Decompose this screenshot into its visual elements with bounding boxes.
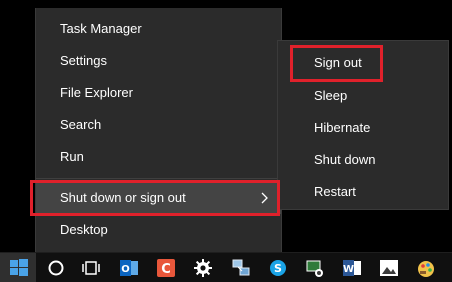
photos-icon[interactable] <box>378 257 400 279</box>
taskbar: O C S W <box>0 252 452 282</box>
menu-item-run[interactable]: Run <box>36 141 281 173</box>
submenu-item-label: Sleep <box>314 88 348 103</box>
menu-item-file-explorer[interactable]: File Explorer <box>36 77 281 109</box>
submenu-item-shut-down[interactable]: Shut down <box>278 144 448 176</box>
menu-item-label: Task Manager <box>60 21 142 36</box>
chevron-right-icon <box>261 192 268 204</box>
network-icon[interactable] <box>230 257 252 279</box>
windows-start-icon <box>10 259 28 276</box>
submenu-item-label: Sign out <box>314 55 362 70</box>
svg-text:W: W <box>343 264 354 275</box>
menu-item-label: Run <box>60 149 84 164</box>
menu-item-desktop[interactable]: Desktop <box>36 214 281 246</box>
screenshot-tool-icon[interactable] <box>304 257 326 279</box>
submenu-item-restart[interactable]: Restart <box>278 176 448 208</box>
submenu-item-sleep[interactable]: Sleep <box>278 80 448 112</box>
menu-item-label: Shut down or sign out <box>60 190 186 205</box>
app-c-icon[interactable]: C <box>155 257 177 279</box>
skype-icon[interactable]: S <box>267 257 289 279</box>
shutdown-submenu: Sign out Sleep Hibernate Shut down Resta… <box>277 40 449 210</box>
submenu-item-label: Restart <box>314 184 356 199</box>
submenu-item-sign-out[interactable]: Sign out <box>278 47 448 79</box>
task-view-icon[interactable] <box>80 257 102 279</box>
menu-item-shut-down-or-sign-out[interactable]: Shut down or sign out <box>36 182 281 214</box>
menu-item-label: Search <box>60 117 102 132</box>
winx-context-menu: Task Manager Settings File Explorer Sear… <box>35 8 282 252</box>
start-button[interactable] <box>0 253 36 282</box>
submenu-item-label: Shut down <box>314 152 376 167</box>
paint-icon[interactable] <box>415 257 437 279</box>
menu-item-label: Settings <box>60 53 107 68</box>
outlook-icon[interactable]: O <box>118 257 140 279</box>
menu-item-task-manager[interactable]: Task Manager <box>36 13 281 45</box>
menu-item-label: Desktop <box>60 222 108 237</box>
menu-item-label: File Explorer <box>60 85 133 100</box>
cortana-icon[interactable] <box>45 257 67 279</box>
submenu-item-label: Hibernate <box>314 120 371 135</box>
menu-item-settings[interactable]: Settings <box>36 45 281 77</box>
word-icon[interactable]: W <box>341 257 363 279</box>
svg-text:C: C <box>161 262 171 277</box>
submenu-item-hibernate[interactable]: Hibernate <box>278 112 448 144</box>
menu-divider <box>36 178 281 179</box>
settings-gear-icon[interactable] <box>192 257 214 279</box>
svg-text:S: S <box>274 262 282 275</box>
svg-text:O: O <box>121 264 130 275</box>
menu-item-search[interactable]: Search <box>36 109 281 141</box>
